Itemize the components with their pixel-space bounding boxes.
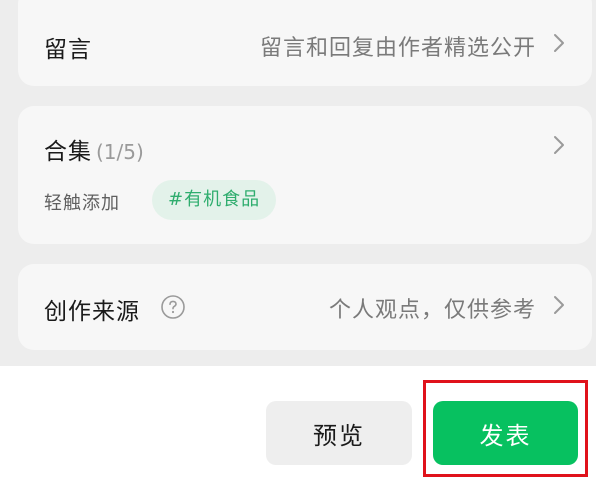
source-setting-row[interactable]: 创作来源 个人观点，仅供参考 xyxy=(18,264,592,350)
collection-hint: 轻触添加 xyxy=(44,193,120,214)
preview-button[interactable]: 预览 xyxy=(266,401,412,465)
source-label: 创作来源 xyxy=(44,299,140,325)
source-value: 个人观点，仅供参考 xyxy=(328,298,536,323)
publish-button[interactable]: 发表 xyxy=(433,401,578,465)
comments-setting-row[interactable]: 留言 留言和回复由作者精选公开 xyxy=(18,0,592,86)
collection-setting-row[interactable]: 合集 (1/5) 轻触添加 #有机食品 xyxy=(18,106,592,244)
chevron-right-icon xyxy=(548,32,570,54)
comments-label: 留言 xyxy=(44,37,92,63)
action-footer: 预览 发表 xyxy=(0,366,596,485)
collection-count: (1/5) xyxy=(96,140,144,164)
collection-label: 合集 (1/5) xyxy=(44,139,144,165)
chevron-right-icon xyxy=(548,294,570,316)
collection-tag[interactable]: #有机食品 xyxy=(152,180,277,220)
publish-settings-page: 留言 留言和回复由作者精选公开 合集 (1/5) 轻触添加 #有机食品 创作来源 … xyxy=(0,0,596,485)
help-icon[interactable] xyxy=(160,294,186,320)
chevron-right-icon xyxy=(548,134,570,156)
comments-value: 留言和回复由作者精选公开 xyxy=(259,36,536,61)
